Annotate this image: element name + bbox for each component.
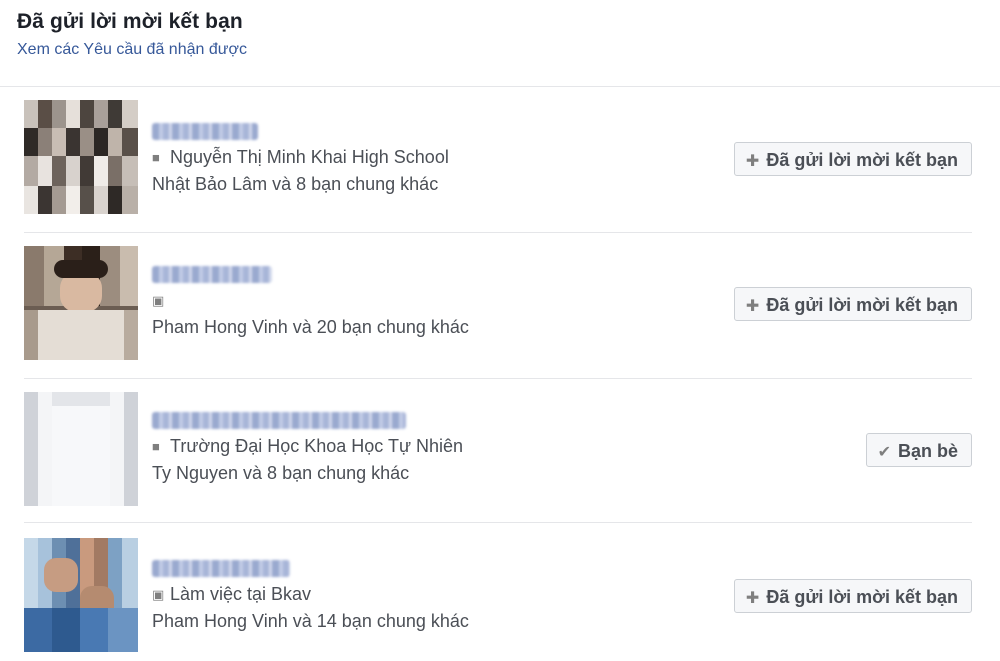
list-item: ▣ Làm việc tại Bkav Pham Hong Vinh và 14 … [24,538,972,656]
view-received-requests-link[interactable]: Xem các Yêu cầu đã nhận được [17,41,247,59]
friends-button[interactable]: ✔ Bạn bè [865,433,972,467]
friend-request-sent-button[interactable]: ✚ Đã gửi lời mời kết bạn [733,579,972,613]
list-item: ■ Nguyễn Thị Minh Khai High School Nhật B… [24,100,972,216]
avatar[interactable] [24,392,138,506]
info-text: Trường Đại Học Khoa Học Tự Nhiên [170,436,464,456]
info-text: Làm việc tại Bkav [170,584,312,604]
school-icon: ■ [152,439,160,454]
profile-name[interactable] [152,123,258,140]
friend-request-sent-icon: ✚ [745,153,760,170]
friend-request-sent-icon: ✚ [745,590,760,607]
avatar[interactable] [24,538,138,652]
city-icon: ▣ [152,293,165,308]
info-text: Nguyễn Thị Minh Khai High School [170,147,449,167]
friend-request-sent-button[interactable]: ✚ Đã gửi lời mời kết bạn [733,142,972,176]
avatar[interactable] [24,246,138,360]
mutual-friends[interactable]: Pham Hong Vinh và 20 bạn chung khác [152,317,469,338]
avatar[interactable] [24,100,138,214]
divider [24,522,972,523]
page-title: Đã gửi lời mời kết bạn [17,10,243,33]
friend-request-sent-icon: ✚ [745,298,760,315]
check-icon: ✔ [877,444,891,461]
school-icon: ■ [152,150,160,165]
list-item: ■ Trường Đại Học Khoa Học Tự Nhiên Ty Ngu… [24,392,972,508]
briefcase-icon: ▣ [152,587,165,602]
divider [24,232,972,233]
profile-name[interactable] [152,560,290,577]
divider [0,86,1000,87]
friend-request-sent-button[interactable]: ✚ Đã gửi lời mời kết bạn [733,287,972,321]
divider [24,378,972,379]
mutual-friends[interactable]: Pham Hong Vinh và 14 bạn chung khác [152,611,469,632]
mutual-friends[interactable]: Nhật Bảo Lâm và 8 bạn chung khác [152,174,449,195]
mutual-friends[interactable]: Ty Nguyen và 8 bạn chung khác [152,463,463,484]
list-item: ▣ Pham Hong Vinh và 20 bạn chung khác ✚ Đ… [24,246,972,364]
header: Đã gửi lời mời kết bạn Xem các Yêu cầu đ… [17,10,247,59]
profile-name[interactable] [152,412,406,429]
profile-name[interactable] [152,266,272,283]
